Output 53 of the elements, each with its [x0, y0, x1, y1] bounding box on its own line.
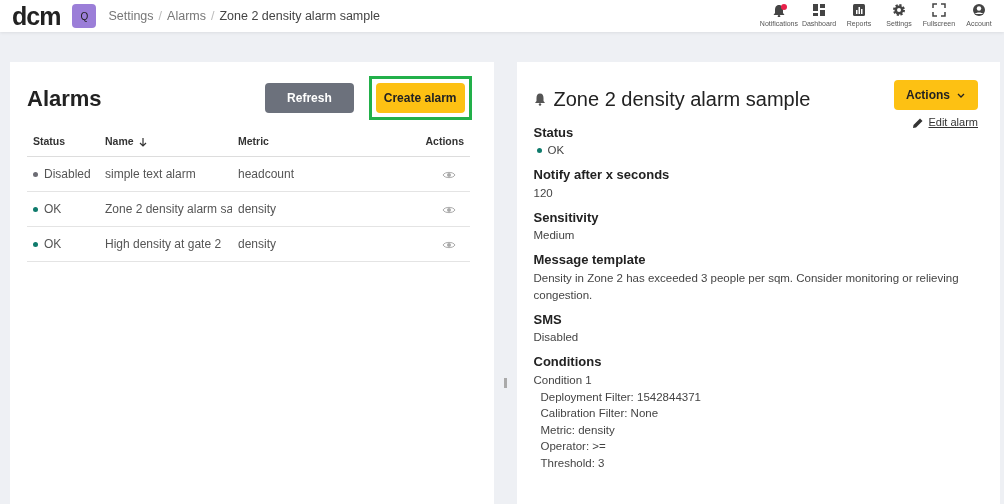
condition-detail: Calibration Filter: None: [539, 406, 660, 421]
edit-alarm-link[interactable]: Edit alarm: [912, 114, 978, 131]
field-label: SMS: [533, 310, 562, 329]
condition-title: Condition 1: [533, 372, 593, 388]
panel-title: Alarms: [27, 84, 103, 113]
breadcrumb-link[interactable]: Alarms: [167, 6, 206, 26]
view-icon[interactable]: [442, 169, 456, 180]
field-label: Status: [533, 123, 574, 142]
view-icon[interactable]: [442, 239, 456, 250]
field-label: Notify after x seconds: [533, 166, 670, 184]
table-cell: headcount: [232, 156, 400, 192]
field-value: Medium: [533, 228, 576, 243]
status-text: OK: [44, 201, 62, 216]
table-cell: density: [232, 191, 400, 227]
bell-icon: [533, 92, 546, 106]
bell-icon: [771, 2, 786, 17]
column-header: Metric: [232, 130, 400, 157]
breadcrumb-separator: /: [158, 7, 163, 25]
detail-title: Zone 2 density alarm sample: [553, 87, 811, 112]
condition-detail: Metric: density: [539, 422, 616, 438]
status-text: OK: [44, 236, 62, 251]
field-label: Message template: [533, 251, 646, 269]
caret-icon: [956, 91, 966, 100]
table-cell: High density at gate 2: [99, 226, 232, 262]
field-value: 120: [533, 185, 554, 201]
pencil-icon: [912, 117, 925, 130]
column-header[interactable]: Name: [99, 130, 232, 157]
breadcrumb-link[interactable]: Settings: [108, 6, 154, 26]
table-cell: density: [232, 226, 400, 262]
field-label: Conditions: [533, 353, 602, 371]
field-value: Disabled: [533, 330, 580, 345]
workspace-avatar[interactable]: Q: [72, 4, 97, 28]
field-value: Density in Zone 2 has exceeded 3 people per sqm. Consider monitoring or relieving congestion.: [533, 270, 960, 303]
logo: dcm: [12, 3, 61, 29]
refresh-button[interactable]: Refresh: [265, 83, 354, 113]
sort-arrow-icon[interactable]: [137, 137, 148, 148]
view-icon[interactable]: [442, 204, 456, 215]
actions-button[interactable]: Actions: [894, 80, 978, 110]
create-alarm-button[interactable]: Create alarm: [368, 76, 472, 120]
column-header: Status: [27, 130, 99, 157]
table-cell: simple text alarm: [99, 156, 232, 192]
dashboard-icon: [812, 2, 826, 17]
status-text: Disabled: [44, 166, 91, 181]
column-header: Actions: [400, 130, 470, 157]
breadcrumb-separator: /: [210, 7, 215, 25]
breadcrumb-current: Zone 2 density alarm sample: [219, 7, 380, 25]
condition-detail: Threshold: 3: [539, 455, 606, 471]
condition-detail: Deployment Filter: 1542844371: [539, 389, 702, 405]
condition-detail: Operator: >=: [539, 439, 607, 454]
field-label: Sensitivity: [533, 208, 599, 227]
fullscreen-icon: [932, 2, 946, 17]
field-value: OK: [547, 144, 565, 156]
splitter-handle[interactable]: [503, 378, 507, 388]
